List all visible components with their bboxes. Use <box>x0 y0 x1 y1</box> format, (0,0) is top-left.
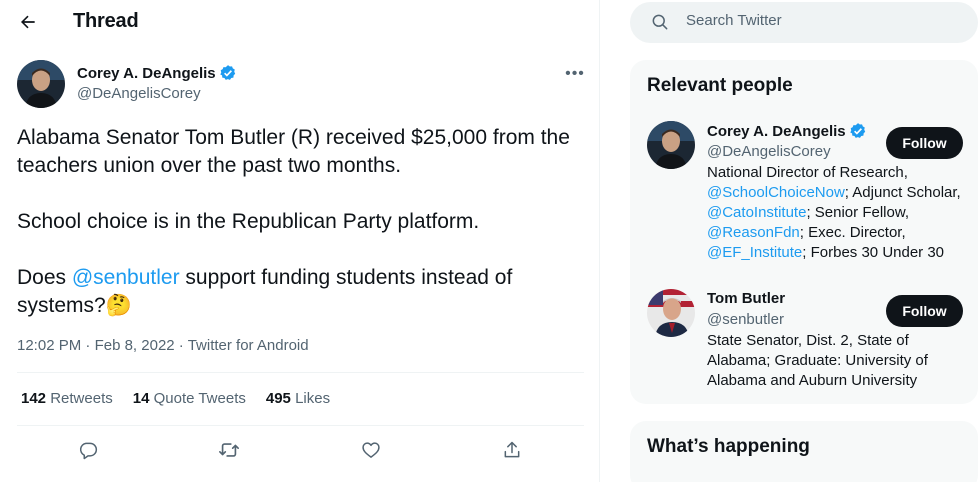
search-input[interactable] <box>686 12 966 29</box>
like-icon <box>362 442 380 458</box>
mention-link[interactable]: @SchoolChoiceNow <box>707 184 845 201</box>
whats-happening-panel: What’s happening <box>630 421 978 482</box>
tweet-stats: 142 Retweets 14 Quote Tweets 495 Likes <box>21 390 330 407</box>
person-handle[interactable]: @DeAngelisCorey <box>707 143 831 160</box>
ellipsis-icon: ••• <box>565 65 585 82</box>
follow-button[interactable]: Follow <box>886 295 963 327</box>
search-icon <box>652 14 668 30</box>
thinking-face-emoji: 🤔 <box>105 294 132 317</box>
arrow-left-icon <box>21 15 35 29</box>
tweet-author: Corey A. DeAngelis @DeAngelisCorey ••• <box>17 60 587 110</box>
page-title: Thread <box>73 10 139 32</box>
relevant-people-title: Relevant people <box>647 75 793 96</box>
share-icon <box>504 441 520 458</box>
tweet-source[interactable]: Twitter for Android <box>188 337 309 354</box>
author-handle[interactable]: @DeAngelisCorey <box>77 85 201 102</box>
like-button[interactable] <box>358 437 384 463</box>
follow-button[interactable]: Follow <box>886 127 963 159</box>
person-handle[interactable]: @senbutler <box>707 311 784 328</box>
person-bio: State Senator, Dist. 2, State of Alabama… <box>707 332 928 389</box>
verified-badge-icon <box>219 65 235 80</box>
search-bar[interactable] <box>630 2 978 43</box>
divider <box>17 425 584 426</box>
tweet-metadata: 12:02 PM · Feb 8, 2022 · Twitter for And… <box>17 337 309 354</box>
mention-link[interactable]: @CatoInstitute <box>707 204 806 221</box>
tweet-paragraph-3: Does @senbutler support funding students… <box>17 266 513 317</box>
tweet-paragraph-2: School choice is in the Republican Party… <box>17 210 480 233</box>
person-name[interactable]: Corey A. DeAngelis <box>707 122 867 140</box>
quote-tweets-stat[interactable]: 14 Quote Tweets <box>133 390 246 407</box>
tweet-date[interactable]: Feb 8, 2022 <box>95 337 175 354</box>
person-avatar[interactable] <box>647 121 695 169</box>
person-avatar[interactable] <box>647 289 695 337</box>
person-card-butler: Tom Butler @senbutler Follow State Senat… <box>647 289 967 399</box>
thread-header: Thread <box>0 0 599 44</box>
divider <box>17 372 584 373</box>
more-options-button[interactable]: ••• <box>563 64 587 84</box>
author-avatar[interactable] <box>17 60 65 108</box>
retweet-button[interactable] <box>216 437 242 463</box>
back-button[interactable] <box>14 8 42 36</box>
author-name[interactable]: Corey A. DeAngelis <box>77 64 237 82</box>
tweet-actions <box>17 433 584 467</box>
primary-column: Thread Corey A. DeAngelis @DeAngelisCore… <box>0 0 600 482</box>
mention-link[interactable]: @EF_Institute <box>707 244 802 261</box>
mention-link[interactable]: @ReasonFdn <box>707 224 800 241</box>
person-bio: National Director of Research, @SchoolCh… <box>707 164 961 261</box>
whats-happening-title: What’s happening <box>647 436 810 457</box>
verified-badge-icon <box>849 123 865 138</box>
mention-link[interactable]: @senbutler <box>72 266 180 289</box>
share-button[interactable] <box>499 437 525 463</box>
tweet-time[interactable]: 12:02 PM <box>17 337 81 354</box>
person-name[interactable]: Tom Butler <box>707 290 785 307</box>
likes-stat[interactable]: 495 Likes <box>266 390 330 407</box>
reply-button[interactable] <box>75 437 101 463</box>
retweet-icon <box>219 443 239 457</box>
retweets-stat[interactable]: 142 Retweets <box>21 390 113 407</box>
tweet-paragraph-1: Alabama Senator Tom Butler (R) received … <box>17 126 570 177</box>
tweet-text: Alabama Senator Tom Butler (R) received … <box>17 124 587 320</box>
reply-icon <box>79 442 98 460</box>
person-card-deangelis: Corey A. DeAngelis @DeAngelisCorey Follo… <box>647 121 967 271</box>
relevant-people-panel: Relevant people Corey A. DeAngelis @DeAn… <box>630 60 978 404</box>
